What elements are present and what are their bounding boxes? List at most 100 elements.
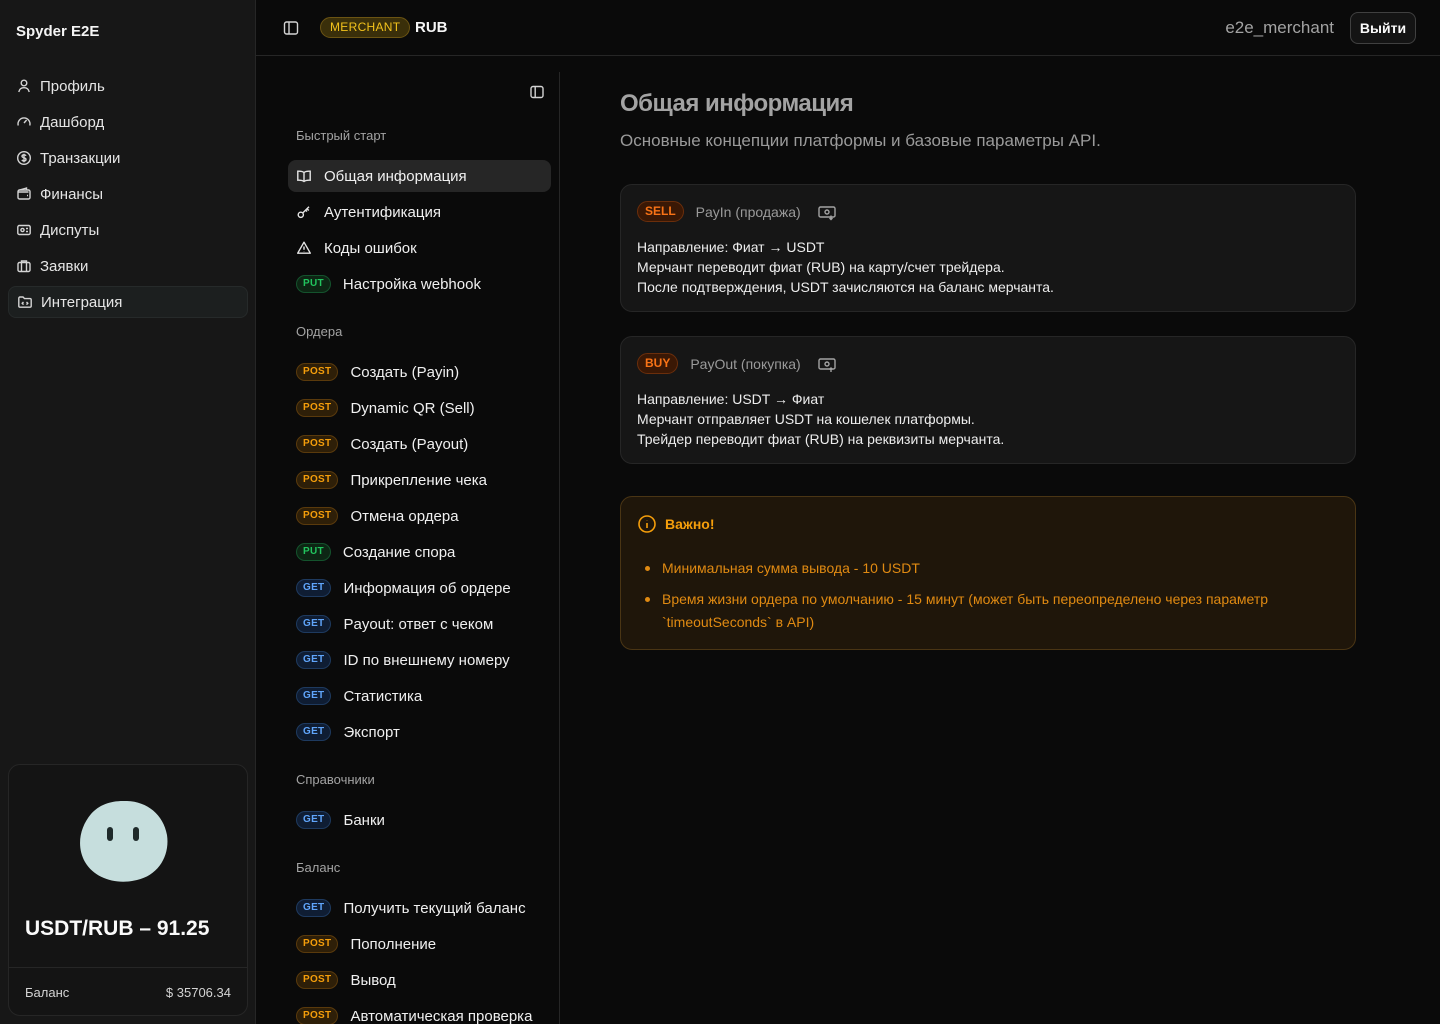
book-icon [296,168,312,184]
ticket-icon [16,222,32,238]
card-line: После подтверждения, USDT зачисляются на… [637,279,1054,295]
key-icon [296,204,312,220]
doc-item-cancel-order[interactable]: POST Отмена ордера [288,500,551,532]
doc-item-general[interactable]: Общая информация [288,160,551,192]
doc-item-auth[interactable]: Аутентификация [288,196,551,228]
doc-item-export[interactable]: GET Экспорт [288,716,551,748]
sidebar-item-disputes[interactable]: Диспуты [8,214,248,246]
doc-item-label: Создание спора [342,543,456,561]
doc-item-label: Настройка webhook [342,275,481,293]
doc-item-withdraw[interactable]: POST Вывод [288,964,551,996]
logout-button[interactable]: Выйти [1350,12,1416,44]
doc-item-label: Пополнение [350,935,437,953]
list-item: Минимальная сумма вывода - 10 USDT [645,557,1335,580]
method-badge: POST [296,935,339,953]
method-badge: POST [296,1007,339,1024]
card-header: BUY PayOut (покупка) [637,353,837,374]
sidebar-item-integration[interactable]: Интеграция [8,286,248,318]
method-badge: GET [296,899,332,917]
mascot-avatar [80,800,168,882]
card-body: Направление: USDT → Фиат Мерчант отправл… [637,389,1004,449]
card-title: PayOut (покупка) [690,355,801,372]
role-badge: MERCHANT [320,17,411,38]
doc-item-label: Прикрепление чека [350,471,487,489]
doc-item-banks[interactable]: GET Банки [288,804,551,836]
sidebar-toggle-icon[interactable] [282,19,300,37]
sidebar-item-label: Интеграция [41,293,123,311]
section-title: Справочники [296,772,375,787]
folder-code-icon [17,294,33,310]
username: e2e_merchant [1225,18,1334,37]
alert-list: Минимальная сумма вывода - 10 USDT Время… [645,557,1335,642]
cash-out-icon [817,354,837,374]
doc-item-create-dispute[interactable]: PUT Создание спора [288,536,551,568]
type-tag: BUY [637,353,679,374]
sidebar-item-label: Дашборд [40,113,105,131]
doc-item-external-id[interactable]: GET ID по внешнему номеру [288,644,551,676]
doc-item-dynamic-qr[interactable]: POST Dynamic QR (Sell) [288,392,551,424]
page-subtitle: Основные концепции платформы и базовые п… [620,131,1101,150]
payout-card: BUY PayOut (покупка) Направление: USDT →… [620,336,1356,464]
card-header: SELL PayIn (продажа) [637,201,837,222]
brand-name: Spyder E2E [16,23,100,40]
doc-item-payout-receipt[interactable]: GET Payout: ответ с чеком [288,608,551,640]
method-badge: POST [296,971,339,989]
sidebar-item-finance[interactable]: Финансы [8,178,248,210]
doc-item-label: Коды ошибок [324,239,417,257]
method-badge: POST [296,435,339,453]
card-body: Направление: Фиат → USDT Мерчант перевод… [637,237,1054,297]
doc-item-create-payin[interactable]: POST Создать (Payin) [288,356,551,388]
doc-item-label: Автоматическая проверка [350,1007,533,1024]
doc-item-label: Payout: ответ с чеком [343,615,494,633]
method-badge: GET [296,723,332,741]
sidebar-item-label: Транзакции [40,149,121,167]
doc-item-label: Отмена ордера [350,507,459,525]
type-tag: SELL [637,201,684,222]
doc-item-attach-receipt[interactable]: POST Прикрепление чека [288,464,551,496]
docs-nav: Быстрый старт Общая информация Аутентифи… [280,72,560,1024]
doc-item-label: Получить текущий баланс [343,899,526,917]
sidebar-item-requests[interactable]: Заявки [8,250,248,282]
panel-toggle-icon[interactable] [529,84,545,100]
doc-item-label: Вывод [350,971,396,989]
card-line: Трейдер переводит фиат (RUB) на реквизит… [637,431,1005,447]
balance-value: $ 35706.34 [165,985,231,1000]
method-badge: PUT [296,275,331,293]
method-badge: POST [296,507,339,525]
user-icon [16,78,32,94]
sidebar-item-profile[interactable]: Профиль [8,70,248,102]
sidebar-item-dashboard[interactable]: Дашборд [8,106,248,138]
sidebar: Spyder E2E Профиль Дашборд Транзакции Фи… [0,0,256,1024]
list-item: Время жизни ордера по умолчанию - 15 мин… [645,588,1335,634]
doc-item-deposit[interactable]: POST Пополнение [288,928,551,960]
important-alert: Важно! Минимальная сумма вывода - 10 USD… [620,496,1356,650]
page-title: Общая информация [620,90,854,117]
card-line: Направление: USDT → Фиат [637,391,825,407]
sidebar-item-transactions[interactable]: Транзакции [8,142,248,174]
card-line: Мерчант отправляет USDT на кошелек платф… [637,411,975,427]
exchange-rate: USDT/RUB – 91.25 [25,917,210,940]
doc-item-error-codes[interactable]: Коды ошибок [288,232,551,264]
sidebar-item-label: Профиль [40,77,105,95]
rate-card: USDT/RUB – 91.25 Баланс $ 35706.34 [8,764,248,1016]
doc-item-statistics[interactable]: GET Статистика [288,680,551,712]
section-title: Быстрый старт [296,128,387,143]
doc-item-label: Создать (Payin) [350,363,460,381]
cash-in-icon [817,202,837,222]
currency-label: RUB [415,19,448,36]
doc-item-webhook[interactable]: PUT Настройка webhook [288,268,551,300]
doc-item-label: Dynamic QR (Sell) [350,399,475,417]
card-title: PayIn (продажа) [695,203,801,220]
wallet-icon [16,186,32,202]
doc-item-label: Общая информация [324,167,467,185]
sidebar-item-label: Финансы [40,185,103,203]
doc-item-auto-check[interactable]: POST Автоматическая проверка [288,1000,551,1024]
method-badge: GET [296,579,332,597]
gauge-icon [16,114,32,130]
method-badge: GET [296,651,332,669]
doc-item-label: Статистика [343,687,423,705]
doc-item-label: Экспорт [343,723,400,741]
doc-item-current-balance[interactable]: GET Получить текущий баланс [288,892,551,924]
doc-item-order-info[interactable]: GET Информация об ордере [288,572,551,604]
doc-item-create-payout[interactable]: POST Создать (Payout) [288,428,551,460]
